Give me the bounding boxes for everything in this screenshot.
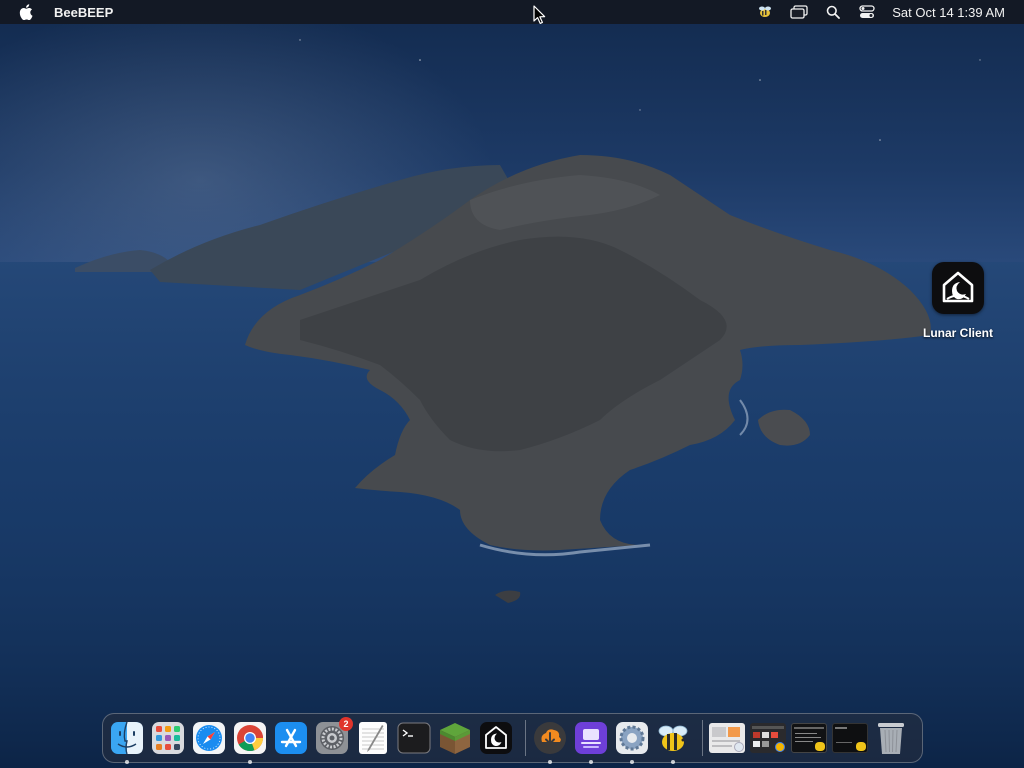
dock-app-terminal[interactable] bbox=[396, 720, 432, 756]
safari-icon bbox=[193, 722, 225, 754]
dock-app-lunar-client[interactable] bbox=[478, 720, 514, 756]
desktop-icon-lunar-client[interactable]: Lunar Client bbox=[918, 262, 998, 340]
textedit-icon bbox=[359, 722, 387, 754]
beebeep-status-icon[interactable] bbox=[756, 4, 774, 20]
lunar-client-icon bbox=[932, 262, 984, 314]
menu-bar-status-area: Sat Oct 14 1:39 AM bbox=[740, 4, 1005, 20]
running-indicator bbox=[671, 760, 675, 764]
dock-app-downloader[interactable] bbox=[532, 720, 568, 764]
dock-minimized-window-4[interactable] bbox=[832, 720, 868, 756]
chrome-icon bbox=[234, 722, 266, 754]
beebeep-icon bbox=[658, 725, 688, 751]
dock-app-setapp[interactable] bbox=[573, 720, 609, 764]
screen-mirroring-icon[interactable] bbox=[790, 4, 808, 20]
running-indicator bbox=[548, 760, 552, 764]
catalina-island-wallpaper bbox=[0, 39, 1024, 768]
window-thumbnail-3 bbox=[791, 723, 827, 753]
dock-minimized-window-1[interactable] bbox=[709, 720, 745, 756]
notification-badge: 2 bbox=[339, 717, 353, 731]
running-indicator bbox=[125, 760, 129, 764]
setapp-icon bbox=[575, 722, 607, 754]
dock: 2 bbox=[102, 713, 923, 764]
dock-app-beebeep[interactable] bbox=[655, 720, 691, 764]
dock-app-app-store[interactable] bbox=[273, 720, 309, 756]
dock-app-safari[interactable] bbox=[191, 720, 227, 756]
menu-bar: BeeBEEP Sat Oct 14 1:39 AM bbox=[0, 0, 1024, 24]
mouse-pointer-icon bbox=[533, 5, 546, 24]
launchpad-icon bbox=[152, 722, 184, 754]
spotlight-search-icon[interactable] bbox=[824, 4, 842, 20]
minecraft-icon bbox=[440, 723, 470, 754]
lunar-client-icon bbox=[480, 722, 512, 754]
dock-separator bbox=[702, 720, 703, 756]
window-thumbnail-1 bbox=[709, 723, 745, 753]
trash-icon bbox=[878, 723, 904, 754]
control-center-icon[interactable] bbox=[858, 4, 876, 20]
dock-minimized-window-3[interactable] bbox=[791, 720, 827, 756]
window-thumbnail-4 bbox=[832, 723, 868, 753]
download-icon bbox=[534, 722, 566, 754]
finder-icon bbox=[111, 721, 143, 755]
dock-app-chrome[interactable] bbox=[232, 720, 268, 764]
desktop-icon-label: Lunar Client bbox=[922, 326, 993, 340]
menu-bar-clock[interactable]: Sat Oct 14 1:39 AM bbox=[892, 5, 1005, 20]
window-thumbnail-2 bbox=[750, 723, 786, 753]
dock-separator bbox=[525, 720, 526, 756]
running-indicator bbox=[248, 760, 252, 764]
dock-minimized-window-2[interactable] bbox=[750, 720, 786, 756]
desktop-wallpaper bbox=[0, 0, 1024, 768]
dock-app-finder[interactable] bbox=[109, 720, 145, 764]
terminal-icon bbox=[397, 722, 431, 754]
apple-menu-icon[interactable] bbox=[19, 4, 35, 20]
app-store-icon bbox=[275, 722, 307, 754]
dock-app-launchpad[interactable] bbox=[150, 720, 186, 756]
gear-utility-icon bbox=[616, 722, 648, 754]
dock-app-system-preferences[interactable]: 2 bbox=[314, 717, 353, 756]
dock-app-textedit[interactable] bbox=[355, 720, 391, 756]
dock-trash[interactable] bbox=[873, 720, 909, 756]
dock-app-minecraft[interactable] bbox=[437, 720, 473, 756]
running-indicator bbox=[630, 760, 634, 764]
active-app-menu[interactable]: BeeBEEP bbox=[54, 5, 113, 20]
dock-app-settings-utility[interactable] bbox=[614, 720, 650, 764]
running-indicator bbox=[589, 760, 593, 764]
